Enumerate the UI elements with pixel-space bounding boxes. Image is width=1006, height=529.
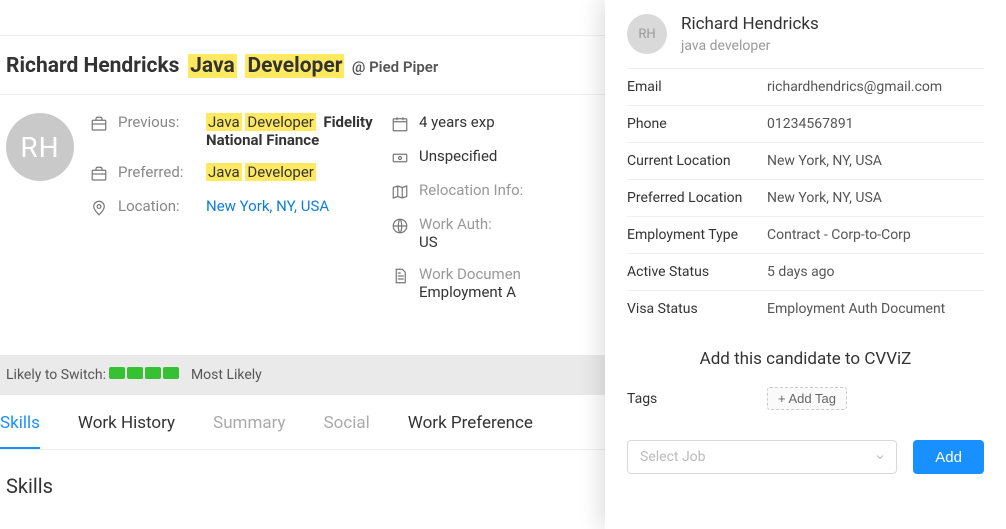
profile-company: @ Pied Piper — [352, 58, 438, 76]
panel-visa-label: Visa Status — [627, 301, 767, 317]
profile-name: Richard Hendricks — [6, 54, 179, 78]
side-panel: RH Richard Hendricks java developer Emai… — [605, 0, 1006, 529]
calendar-icon — [391, 115, 409, 133]
previous-value: Java Developer Fidelity National Finance — [206, 113, 375, 149]
cash-icon — [391, 149, 409, 167]
add-button[interactable]: Add — [913, 440, 984, 474]
location-value[interactable]: New York, NY, USA — [206, 197, 329, 215]
panel-email-label: Email — [627, 79, 767, 95]
row-workauth: Work Auth: US — [391, 215, 605, 251]
profile-col-right: 4 years exp Unspecified Relocation Info: — [391, 113, 605, 315]
switch-label: Likely to Switch: — [6, 367, 106, 383]
relocation-label: Relocation Info: — [419, 181, 523, 199]
previous-label: Previous: — [118, 113, 196, 131]
top-spacer — [0, 0, 605, 36]
tab-work-history[interactable]: Work History — [78, 413, 175, 449]
panel-curloc-label: Current Location — [627, 153, 767, 169]
profile-col-left: Previous: Java Developer Fidelity Nation… — [90, 113, 375, 315]
preferred-value: Java Developer — [206, 163, 316, 181]
switch-bar: Likely to Switch: Most Likely — [0, 355, 605, 395]
profile-body: RH Previous: Java Developer Fidelity Nat… — [0, 95, 605, 355]
tab-summary[interactable]: Summary — [213, 413, 285, 449]
panel-emptype-label: Employment Type — [627, 227, 767, 243]
location-label: Location: — [118, 197, 196, 215]
panel-row-email: Emailrichardhendrics@gmail.com — [627, 68, 984, 105]
select-job-dropdown[interactable]: Select Job — [627, 440, 897, 474]
row-workdoc: Work Documen Employment A — [391, 265, 605, 301]
location-icon — [90, 199, 108, 217]
avatar: RH — [6, 113, 74, 181]
panel-row-curloc: Current LocationNew York, NY, USA — [627, 142, 984, 179]
panel-avatar: RH — [627, 14, 667, 54]
row-salary: Unspecified — [391, 147, 605, 167]
document-icon — [391, 267, 409, 285]
workauth-value: Work Auth: US — [419, 215, 492, 251]
row-preferred: Preferred: Java Developer — [90, 163, 375, 183]
preferred-label: Preferred: — [118, 163, 196, 181]
panel-phone-value: 01234567891 — [767, 116, 984, 132]
row-previous: Previous: Java Developer Fidelity Nation… — [90, 113, 375, 149]
select-job-placeholder: Select Job — [640, 449, 706, 465]
panel-email-value: richardhendrics@gmail.com — [767, 79, 984, 95]
switch-meter — [109, 367, 181, 383]
briefcase-icon — [90, 165, 108, 183]
panel-phone-label: Phone — [627, 116, 767, 132]
row-experience: 4 years exp — [391, 113, 605, 133]
tab-skills[interactable]: Skills — [0, 413, 40, 449]
panel-cta: Add this candidate to CVViZ — [627, 349, 984, 369]
chevron-down-icon — [874, 451, 886, 463]
tab-social[interactable]: Social — [324, 413, 370, 449]
globe-icon — [391, 217, 409, 235]
tabs: Skills Work History Summary Social Work … — [0, 395, 605, 450]
switch-status: Most Likely — [191, 367, 262, 383]
section-skills-heading: Skills — [0, 450, 605, 498]
panel-header: RH Richard Hendricks java developer — [627, 14, 984, 54]
panel-prefloc-value: New York, NY, USA — [767, 190, 984, 206]
panel-row-active: Active Status5 days ago — [627, 253, 984, 290]
tags-label: Tags — [627, 391, 767, 407]
actions-row: Select Job Add — [627, 440, 984, 474]
panel-curloc-value: New York, NY, USA — [767, 153, 984, 169]
panel-visa-value: Employment Auth Document — [767, 301, 984, 317]
panel-row-prefloc: Preferred LocationNew York, NY, USA — [627, 179, 984, 216]
panel-row-phone: Phone01234567891 — [627, 105, 984, 142]
workdoc-value: Work Documen Employment A — [419, 265, 521, 301]
row-relocation: Relocation Info: — [391, 181, 605, 201]
tags-row: Tags + Add Tag — [627, 387, 984, 410]
panel-name: Richard Hendricks — [681, 14, 819, 34]
profile-title-tag2: Developer — [240, 54, 344, 78]
briefcase-icon — [90, 115, 108, 133]
panel-subtitle: java developer — [681, 38, 819, 54]
panel-emptype-value: Contract - Corp-to-Corp — [767, 227, 984, 243]
map-icon — [391, 183, 409, 201]
row-location: Location: New York, NY, USA — [90, 197, 375, 217]
profile-header: Richard Hendricks Java Developer @ Pied … — [0, 36, 605, 95]
salary-value: Unspecified — [419, 147, 497, 165]
main-profile-area: Richard Hendricks Java Developer @ Pied … — [0, 0, 605, 498]
profile-title-tag1: Java — [183, 54, 237, 78]
panel-row-visa: Visa StatusEmployment Auth Document — [627, 290, 984, 327]
panel-prefloc-label: Preferred Location — [627, 190, 767, 206]
add-tag-button[interactable]: + Add Tag — [767, 387, 847, 410]
panel-active-label: Active Status — [627, 264, 767, 280]
experience-value: 4 years exp — [419, 113, 495, 131]
panel-active-value: 5 days ago — [767, 264, 984, 280]
tab-work-preferences[interactable]: Work Preference — [408, 413, 533, 449]
panel-row-emptype: Employment TypeContract - Corp-to-Corp — [627, 216, 984, 253]
